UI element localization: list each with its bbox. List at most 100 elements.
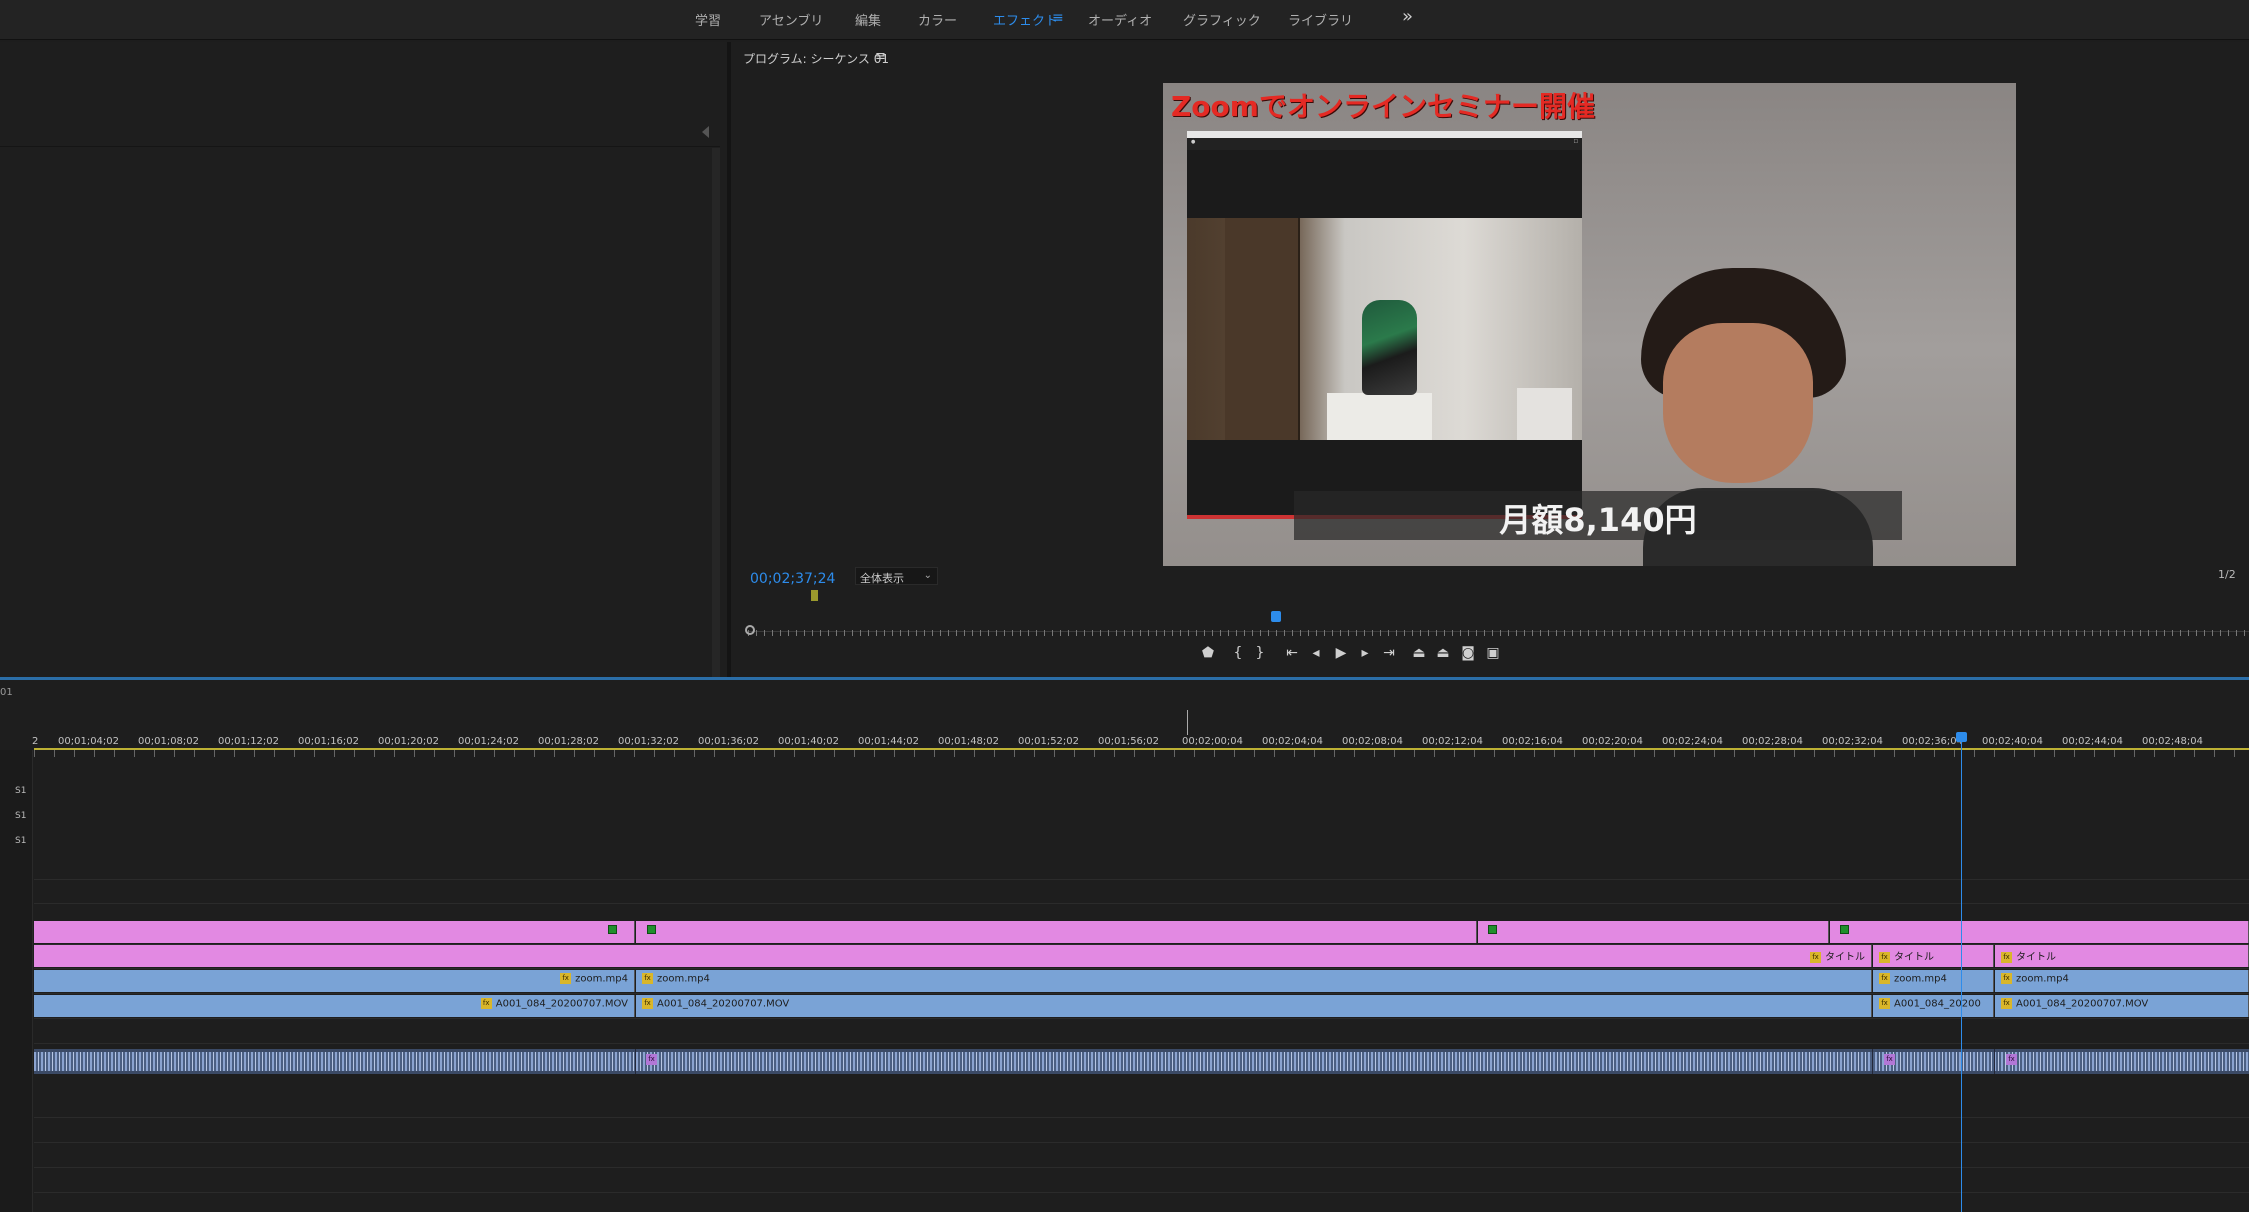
mini-playhead[interactable] (1271, 611, 1282, 622)
playback-resolution-select[interactable]: 1/2 (2218, 568, 2236, 581)
audio-track-a1[interactable]: fx fx fx (34, 1049, 2249, 1074)
ruler-tick-label: 00;01;28;02 (538, 736, 600, 747)
marker-icon[interactable] (811, 590, 818, 601)
graphic-clip[interactable] (636, 921, 1477, 943)
lift-icon[interactable]: ⏏ (1409, 645, 1429, 661)
ruler-tick-label: 00;01;52;02 (1018, 736, 1080, 747)
play-icon[interactable]: ▶ (1331, 645, 1351, 661)
video-clip[interactable]: fx zoom.mp4 (636, 970, 1872, 992)
workspace-tab-color[interactable]: カラー (918, 10, 957, 29)
fx-badge-icon: fx (1810, 951, 1821, 963)
collapse-arrow-icon[interactable] (702, 126, 709, 138)
left-panel-scrollbar[interactable] (712, 148, 720, 693)
step-forward-icon[interactable]: ▸ (1355, 645, 1375, 661)
monitor-menu-icon[interactable]: ≡ (875, 49, 886, 64)
program-video-frame[interactable]: ● ☐ Zoomでオンラインセミナー開催 月額8,140円 (1163, 83, 2016, 566)
fx-badge-icon: fx (2001, 973, 2012, 984)
graphic-clip[interactable] (1478, 921, 1829, 943)
title-clip[interactable]: fx タイトル (1873, 945, 1994, 967)
monitor-title: プログラム: シーケンス 01 (743, 52, 889, 66)
audio-cut (1994, 1049, 1995, 1074)
left-panel-header (0, 82, 720, 147)
camera-icon[interactable]: ◙ (1458, 645, 1478, 661)
fx-badge-icon: fx (1879, 998, 1890, 1009)
track-a2[interactable] (34, 1094, 2249, 1118)
workspace-tab-graphics[interactable]: グラフィック (1183, 10, 1261, 29)
video-clip[interactable]: fx A001_084_20200707.MOV (636, 995, 1872, 1017)
fit-zoom-select[interactable]: 全体表示 ⌄ (855, 567, 938, 585)
step-back-icon[interactable]: ◂ (1306, 645, 1326, 661)
ruler-tick-label: 00;01;40;02 (778, 736, 840, 747)
video-clip[interactable]: fx zoom.mp4 (1873, 970, 1994, 992)
timeline-panel: 01 2 00;01;04;02 00;01;08;02 00;01;12;02 00;… (0, 680, 2249, 1212)
track-a4[interactable] (34, 1144, 2249, 1168)
video-clip[interactable]: fx zoom.mp4 (34, 970, 635, 992)
workspace-tab-assembly[interactable]: アセンブリ (759, 10, 823, 29)
graphic-clip[interactable] (1830, 921, 2249, 943)
track-empty[interactable] (34, 1020, 2249, 1044)
ruler-tick-label: 00;01;32;02 (618, 736, 680, 747)
workspace-tab-libraries[interactable]: ライブラリ (1288, 10, 1353, 29)
audio-fx-badge-icon: fx (2006, 1054, 2017, 1065)
fx-badge-icon: fx (642, 998, 653, 1009)
track-v2[interactable]: fx zoom.mp4 fx zoom.mp4 fx zoom.mp4 fx zoom.… (34, 970, 2249, 994)
title-clip-label: fx タイトル (1879, 948, 1934, 963)
workspace-tab-audio[interactable]: オーディオ (1088, 10, 1152, 29)
title-clip[interactable]: fx タイトル (34, 945, 1872, 967)
track-a3[interactable] (34, 1119, 2249, 1143)
time-ruler[interactable]: 2 00;01;04;02 00;01;08;02 00;01;12;02 00;01;… (32, 694, 2249, 757)
chevron-down-icon: ⌄ (923, 570, 932, 581)
workspace-tab-learning[interactable]: 学習 (695, 10, 721, 29)
graphic-clip[interactable] (34, 921, 635, 943)
keyframe-marker (1488, 925, 1497, 934)
track-master[interactable] (34, 1169, 2249, 1193)
price-caption-box: 月額8,140円 (1294, 491, 1902, 540)
workspace-tab-effects[interactable]: エフェクト (993, 10, 1058, 29)
ruler-tick-label: 00;02;40;04 (1982, 736, 2044, 747)
track-label: S1 (15, 786, 27, 796)
workspace-tab-editing[interactable]: 編集 (855, 10, 881, 29)
comparison-view-icon[interactable]: ▣ (1483, 645, 1503, 661)
zoom-window-overlay: ● ☐ (1187, 131, 1582, 519)
ruler-tick-label: 00;02;32;04 (1822, 736, 1884, 747)
mini-timeline-start-handle[interactable] (745, 625, 755, 635)
workspace-overflow-icon[interactable]: » (1402, 6, 1413, 27)
video-clip[interactable]: fx A001_084_20200707.MOV (1995, 995, 2249, 1017)
video-clip[interactable]: fx zoom.mp4 (1995, 970, 2249, 992)
video-clip-label: fx zoom.mp4 (560, 973, 628, 985)
empty-video-tracks[interactable] (34, 750, 2249, 880)
add-marker-icon[interactable]: ⬟ (1198, 645, 1218, 661)
video-clip-label: fx A001_084_20200707.MOV (642, 998, 789, 1010)
playhead-timecode[interactable]: 00;02;37;24 (750, 571, 835, 587)
title-clip[interactable]: fx タイトル (1995, 945, 2249, 967)
video-clip[interactable]: fx A001_084_20200 (1873, 995, 1994, 1017)
mini-timeline-ruler[interactable] (748, 614, 2249, 638)
video-clip[interactable]: fx A001_084_20200707.MOV (34, 995, 635, 1017)
zoom-camera-feed (1187, 218, 1582, 440)
ruler-tick-label: 00;01;56;02 (1098, 736, 1160, 747)
track-v4[interactable] (34, 921, 2249, 945)
go-to-out-icon[interactable]: ⇥ (1379, 645, 1399, 661)
ruler-tick-label: 00;01;20;02 (378, 736, 440, 747)
track-v1[interactable]: fx A001_084_20200707.MOV fx A001_084_20200… (34, 995, 2249, 1019)
ruler-tick-label: 00;02;24;04 (1662, 736, 1724, 747)
mark-in-icon[interactable]: { (1228, 645, 1248, 661)
keyframe-marker (608, 925, 617, 934)
timeline-playhead-line[interactable] (1961, 736, 1962, 1212)
fx-badge-icon: fx (2001, 951, 2012, 963)
ruler-tick-label: 00;02;00;04 (1182, 736, 1244, 747)
timeline-playhead-handle[interactable] (1956, 732, 1967, 742)
video-clip-label: fx A001_084_20200707.MOV (480, 998, 628, 1010)
video-clip-label: fx A001_084_20200707.MOV (2001, 998, 2148, 1010)
ruler-tick-label: 00;02;48;04 (2142, 736, 2204, 747)
track-v5[interactable] (34, 880, 2249, 904)
workspace-menu-icon[interactable]: ≡ (1052, 10, 1064, 26)
go-to-in-icon[interactable]: ⇤ (1282, 645, 1302, 661)
ruler-tick-label: 00;01;36;02 (698, 736, 760, 747)
mark-out-icon[interactable]: } (1250, 645, 1270, 661)
video-clip-label: fx zoom.mp4 (642, 973, 710, 985)
extract-icon[interactable]: ⏏ (1433, 645, 1453, 661)
audio-fx-badge-icon: fx (1884, 1054, 1895, 1065)
track-v3[interactable]: fx タイトル fx タイトル fx タイトル (34, 945, 2249, 969)
zoom-toolbar: ● ☐ (1187, 138, 1582, 150)
